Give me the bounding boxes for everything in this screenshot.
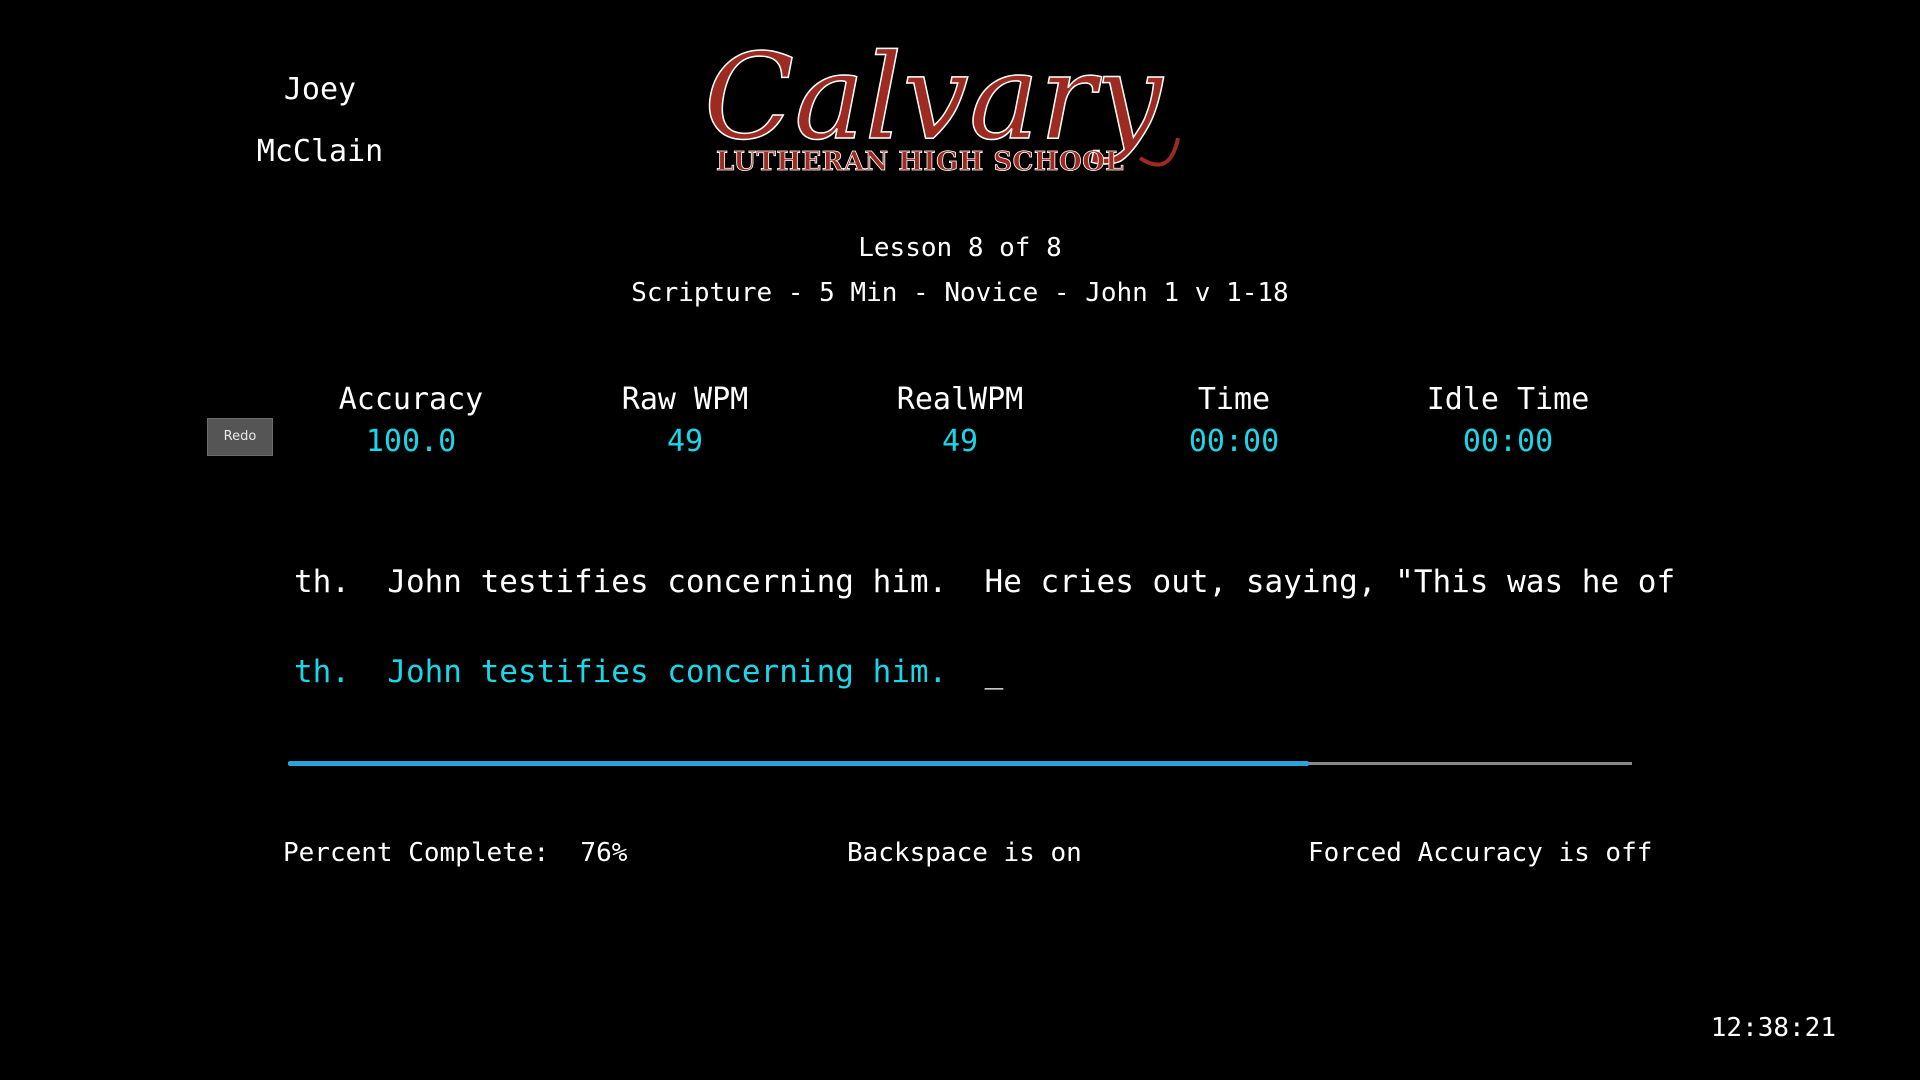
typed-text: th. John testifies concerning him. [294,654,985,690]
lesson-progress: Lesson 8 of 8 [858,233,1062,263]
source-text: th. John testifies concerning him. He cr… [294,564,1676,600]
logo-subtitle: Lutheran High School [716,147,1124,177]
clock: 12:38:21 [1710,1013,1836,1043]
stat-time-value: 00:00 [1188,424,1280,459]
progress-bar [288,761,1632,766]
text-cursor: _ [984,654,1004,690]
stat-accuracy: Accuracy 100.0 [281,378,541,462]
user-last-name: McClain [256,134,384,169]
stat-real-wpm-label: RealWPM [896,382,1024,417]
logo-title: Calvary [704,28,1164,166]
stat-idle-time-label: Idle Time [1426,382,1590,417]
user-first-name: Joey [283,72,357,107]
percent-complete: Percent Complete: 76% [283,838,627,868]
percent-complete-label: Percent Complete: [283,838,550,868]
stat-time: Time 00:00 [1104,378,1364,462]
forced-accuracy-status: Forced Accuracy is off [1308,838,1653,868]
stat-raw-wpm-label: Raw WPM [621,382,749,417]
stat-idle-time-value: 00:00 [1462,424,1554,459]
stat-time-label: Time [1197,382,1271,417]
stat-raw-wpm: Raw WPM 49 [555,378,815,462]
stat-real-wpm-value: 49 [941,424,979,459]
typed-text-line[interactable]: th. John testifies concerning him. _ [294,654,1003,690]
progress-bar-fill [288,761,1310,766]
school-logo: Calvary Lutheran High School [700,27,1220,188]
backspace-status: Backspace is on [847,838,1082,868]
stat-raw-wpm-value: 49 [666,424,704,459]
redo-button[interactable]: Redo [207,418,273,456]
stat-accuracy-label: Accuracy [338,382,484,417]
stat-accuracy-value: 100.0 [365,424,457,459]
stat-real-wpm: RealWPM 49 [830,378,1090,462]
stat-idle-time: Idle Time 00:00 [1378,378,1638,462]
lesson-description: Scripture - 5 Min - Novice - John 1 v 1-… [631,278,1289,308]
percent-complete-value: 76% [580,838,628,868]
